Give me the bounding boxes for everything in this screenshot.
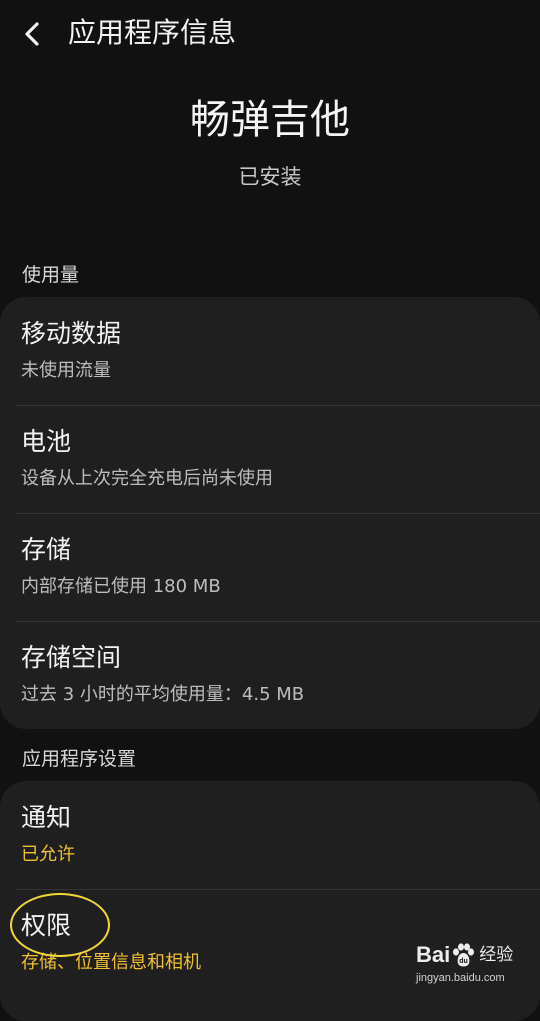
- svg-text:du: du: [459, 958, 468, 965]
- row-title: 存储: [21, 535, 72, 564]
- row-storage[interactable]: 存储 内部存储已使用 180 MB: [0, 513, 540, 621]
- watermark-brand-left: Bai: [416, 942, 451, 967]
- row-title: 通知: [21, 803, 72, 832]
- row-battery[interactable]: 电池 设备从上次完全充电后尚未使用: [0, 405, 540, 513]
- baidu-jingyan-watermark: Bai du 经验 jingyan.baidu.com: [416, 941, 534, 991]
- app-install-status: 已安装: [238, 165, 302, 189]
- row-title: 电池: [21, 427, 72, 456]
- watermark-brand-right: 经验: [479, 945, 514, 965]
- row-mobile-data[interactable]: 移动数据 未使用流量: [0, 297, 540, 405]
- paw-icon: du: [453, 943, 475, 967]
- section-header-app-settings: 应用程序设置: [22, 748, 137, 770]
- row-subtitle: 设备从上次完全充电后尚未使用: [21, 468, 273, 489]
- back-button[interactable]: [14, 16, 50, 52]
- row-subtitle: 已允许: [21, 844, 75, 865]
- row-title: 存储空间: [21, 643, 122, 672]
- section-header-usage: 使用量: [22, 264, 80, 286]
- app-name: 畅弹吉他: [190, 97, 350, 143]
- page-title: 应用程序信息: [68, 16, 237, 49]
- row-notifications[interactable]: 通知 已允许: [0, 781, 540, 889]
- row-subtitle: 内部存储已使用 180 MB: [21, 576, 221, 597]
- usage-card: 移动数据 未使用流量 电池 设备从上次完全充电后尚未使用 存储 内部存储已使用 …: [0, 297, 540, 729]
- row-subtitle: 存储、位置信息和相机: [21, 952, 201, 973]
- watermark-url: jingyan.baidu.com: [416, 972, 505, 984]
- row-subtitle: 过去 3 小时的平均使用量：4.5 MB: [21, 684, 305, 705]
- row-subtitle: 未使用流量: [21, 360, 111, 381]
- top-app-bar: 应用程序信息: [0, 0, 540, 70]
- row-storage-space[interactable]: 存储空间 过去 3 小时的平均使用量：4.5 MB: [0, 621, 540, 729]
- row-title: 移动数据: [21, 319, 122, 348]
- watermark-logo: Bai du 经验: [416, 941, 513, 969]
- chevron-left-icon: [25, 22, 39, 46]
- row-title: 权限: [21, 911, 72, 940]
